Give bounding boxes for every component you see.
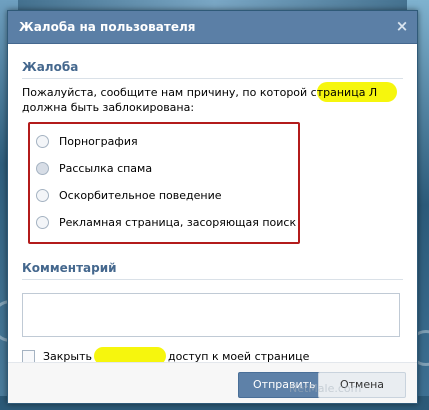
radio-button[interactable] bbox=[36, 189, 49, 202]
reason-label: Рекламная страница, засоряющая поиск bbox=[59, 216, 297, 229]
reason-option[interactable]: Порнография bbox=[30, 128, 298, 155]
reason-label: Рассылка спама bbox=[59, 162, 153, 175]
description-line2: должна быть заблокирована: bbox=[22, 101, 195, 114]
radio-button[interactable] bbox=[36, 216, 49, 229]
reason-option[interactable]: Оскорбительное поведение bbox=[30, 182, 298, 209]
restrict-access-checkbox[interactable] bbox=[22, 349, 35, 363]
reason-option[interactable]: Рассылка спама bbox=[30, 155, 298, 182]
radio-button[interactable] bbox=[36, 162, 49, 175]
close-icon[interactable]: × bbox=[395, 19, 409, 34]
reason-label: Оскорбительное поведение bbox=[59, 189, 222, 202]
complaint-section-title: Жалоба bbox=[22, 60, 79, 74]
watermark: NetMale.com bbox=[289, 382, 362, 395]
report-user-dialog: Жалоба на пользователя × Жалоба Пожалуйс… bbox=[7, 10, 418, 404]
comment-section-title: Комментарий bbox=[22, 261, 117, 275]
divider bbox=[22, 279, 403, 280]
reason-option[interactable]: Рекламная страница, засоряющая поиск bbox=[30, 209, 298, 236]
dialog-title: Жалоба на пользователя bbox=[19, 20, 196, 34]
restrict-label-start: Закрыть bbox=[43, 349, 92, 363]
restrict-label-end: доступ к моей странице bbox=[168, 349, 310, 363]
reasons-group: Порнография Рассылка спама Оскорбительно… bbox=[28, 122, 300, 244]
comment-field[interactable] bbox=[22, 293, 400, 337]
description-line1: Пожалуйста, сообщите нам причину, по кот… bbox=[22, 86, 378, 99]
dialog-content: Жалоба Пожалуйста, сообщите нам причину,… bbox=[8, 60, 417, 365]
divider bbox=[22, 78, 403, 79]
radio-button[interactable] bbox=[36, 135, 49, 148]
complaint-description: Пожалуйста, сообщите нам причину, по кот… bbox=[22, 82, 403, 115]
reason-label: Порнография bbox=[59, 135, 138, 148]
dialog-titlebar: Жалоба на пользователя × bbox=[8, 11, 417, 44]
